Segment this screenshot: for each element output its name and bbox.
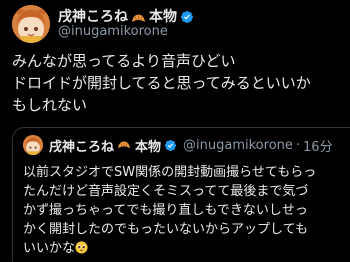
tweet-body-line: みんなが思ってるより音声ひどい — [12, 52, 236, 70]
tweet-body-line: ドロイドが開封してると思ってみるといいか — [12, 74, 311, 92]
pleading-face-emoji-icon — [75, 241, 88, 254]
author-display-name[interactable]: 戌神ころね — [58, 6, 128, 26]
tweet-body-line: もしれない — [12, 96, 88, 114]
tweet-body: みんなが思ってるより音声ひどい ドロイドが開封してると思ってみるといいか もしれ… — [12, 50, 342, 116]
quoted-handle: @inugamikorone — [183, 138, 293, 153]
quoted-body-line-last: いいかな — [23, 239, 348, 258]
author-name-row[interactable]: 戌神ころね 本物 — [58, 6, 194, 26]
quoted-author-avatar[interactable] — [23, 135, 43, 155]
quoted-display-name: 戌神ころね — [49, 140, 115, 155]
quoted-body-line: かず撮っちゃってでも撮り直しもできないしせっ — [23, 203, 308, 218]
quoted-name-row: 戌神ころね 本物 @inugamikorone · 16分 — [49, 136, 333, 155]
separator-dot: · — [295, 138, 301, 153]
author-handle[interactable]: @inugamikorone — [58, 24, 168, 39]
quoted-tweet[interactable]: 戌神ころね 本物 @inugamikorone · 16分 以前スタジオでSW関… — [12, 127, 350, 262]
author-avatar[interactable] — [12, 5, 50, 43]
quoted-name-suffix: 本物 — [135, 140, 162, 155]
quoted-body-line: 以前スタジオでSW関係の開封動画撮らせてもらっ — [23, 165, 317, 180]
quoted-body-line: かく開封したのでもったいないからアップしても — [23, 222, 308, 237]
croissant-emoji-icon — [117, 140, 132, 152]
verified-badge-icon — [164, 139, 178, 153]
author-name-suffix[interactable]: 本物 — [149, 6, 177, 26]
verified-badge-icon — [180, 9, 194, 23]
croissant-emoji-icon — [131, 10, 146, 22]
quoted-timestamp[interactable]: 16分 — [303, 136, 333, 155]
quoted-body-line: たんだけど音声設定くそミスってて最後まで気づ — [23, 184, 309, 199]
quoted-body: 以前スタジオでSW関係の開封動画撮らせてもらっ たんだけど音声設定くそミスってて… — [23, 163, 348, 258]
tweet-card: 戌神ころね 本物 @inugamikorone みんなが思ってるより音声ひどい … — [0, 0, 350, 262]
quoted-body-line-text: いいかな — [23, 241, 76, 256]
